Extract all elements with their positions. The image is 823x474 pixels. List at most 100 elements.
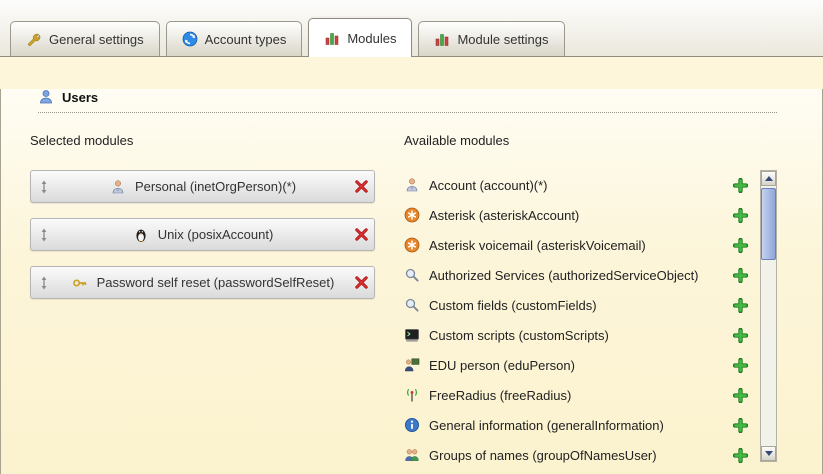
terminal-icon [404,327,420,343]
available-module-row: EDU person (eduPerson) [404,350,760,380]
selected-modules-column: Selected modules Personal (inetOrgPerson… [30,133,375,470]
available-module-label: Asterisk (asteriskAccount) [429,208,724,223]
users-section-header: Users [38,89,777,113]
available-modules-header: Available modules [404,133,777,148]
drag-handle-icon[interactable] [36,227,52,243]
available-module-label: Account (account)(*) [429,178,724,193]
available-module-label: General information (generalInformation) [429,418,724,433]
green-plus-icon [733,268,748,283]
green-plus-icon [733,358,748,373]
available-modules-list-wrap: Account (account)(*) Asterisk (asteriskA… [404,170,777,470]
selected-module-label: Password self reset (passwordSelfReset) [97,275,335,290]
magnifier-icon [404,297,420,313]
available-module-row: Authorized Services (authorizedServiceOb… [404,260,760,290]
red-x-icon [354,179,369,194]
selected-module-row[interactable]: Personal (inetOrgPerson)(*) [30,170,375,203]
add-module-button[interactable] [733,328,748,343]
tab-general-settings[interactable]: General settings [10,21,160,56]
available-module-row: FreeRadius (freeRadius) [404,380,760,410]
green-plus-icon [733,418,748,433]
down-arrow-icon [765,451,773,456]
refresh-icon [182,31,198,47]
remove-module-button[interactable] [354,179,369,194]
tab-label: General settings [49,32,144,47]
asterisk-icon [404,237,420,253]
modules-columns: Selected modules Personal (inetOrgPerson… [30,133,777,470]
green-plus-icon [733,238,748,253]
available-module-row: Account (account)(*) [404,170,760,200]
add-module-button[interactable] [733,238,748,253]
selected-module-label: Unix (posixAccount) [158,227,274,242]
add-module-button[interactable] [733,358,748,373]
info-icon [404,417,420,433]
green-plus-icon [733,328,748,343]
add-module-button[interactable] [733,298,748,313]
available-module-label: Custom fields (customFields) [429,298,724,313]
selected-modules-header: Selected modules [30,133,375,148]
available-module-label: Groups of names (groupOfNamesUser) [429,448,724,463]
scrollbar-thumb[interactable] [761,188,776,260]
tab-label: Account types [205,32,287,47]
add-module-button[interactable] [733,268,748,283]
key-icon [72,275,88,291]
selected-module-label: Personal (inetOrgPerson)(*) [135,179,296,194]
bar-chart-icon [434,31,450,47]
asterisk-icon [404,207,420,223]
green-plus-icon [733,178,748,193]
available-module-row: General information (generalInformation) [404,410,760,440]
add-module-button[interactable] [733,388,748,403]
available-module-row: Groups of names (groupOfNamesUser) [404,440,760,470]
person-icon [404,177,420,193]
red-x-icon [354,275,369,290]
scroll-down-button[interactable] [761,446,776,461]
penguin-icon [133,227,149,243]
green-plus-icon [733,208,748,223]
bar-chart-icon [324,30,340,46]
selected-module-content: Personal (inetOrgPerson)(*) [52,179,354,195]
green-plus-icon [733,298,748,313]
blue-person-icon [38,89,54,105]
add-module-button[interactable] [733,418,748,433]
selected-module-content: Unix (posixAccount) [52,227,354,243]
drag-handle-icon[interactable] [36,275,52,291]
remove-module-button[interactable] [354,227,369,242]
available-module-label: FreeRadius (freeRadius) [429,388,724,403]
drag-handle-icon[interactable] [36,179,52,195]
group-icon [404,447,420,463]
selected-module-row[interactable]: Unix (posixAccount) [30,218,375,251]
tab-bar: General settings Account types Modules M… [0,0,823,57]
add-module-button[interactable] [733,208,748,223]
add-module-button[interactable] [733,448,748,463]
available-modules-column: Available modules Account (account)(*) [404,133,777,470]
content-panel: Users Selected modules Personal (inetOrg… [0,89,823,474]
available-modules-list: Account (account)(*) Asterisk (asteriskA… [404,170,760,470]
scroll-up-button[interactable] [761,171,776,186]
available-module-label: Custom scripts (customScripts) [429,328,724,343]
tab-modules[interactable]: Modules [308,18,412,57]
available-module-label: EDU person (eduPerson) [429,358,724,373]
tab-account-types[interactable]: Account types [166,21,303,56]
up-arrow-icon [765,176,773,181]
tab-module-settings[interactable]: Module settings [418,21,564,56]
red-x-icon [354,227,369,242]
tab-label: Module settings [457,32,548,47]
radio-signal-icon [404,387,420,403]
lam-configuration-page: General settings Account types Modules M… [0,0,823,474]
available-module-row: Custom fields (customFields) [404,290,760,320]
selected-module-content: Password self reset (passwordSelfReset) [52,275,354,291]
scrollbar[interactable] [760,170,777,462]
available-module-label: Authorized Services (authorizedServiceOb… [429,268,724,283]
section-title: Users [62,90,98,105]
person-icon [110,179,126,195]
available-module-label: Asterisk voicemail (asteriskVoicemail) [429,238,724,253]
add-module-button[interactable] [733,178,748,193]
available-module-row: Asterisk voicemail (asteriskVoicemail) [404,230,760,260]
available-module-row: Asterisk (asteriskAccount) [404,200,760,230]
green-plus-icon [733,388,748,403]
selected-module-row[interactable]: Password self reset (passwordSelfReset) [30,266,375,299]
available-module-row: Custom scripts (customScripts) [404,320,760,350]
green-plus-icon [733,448,748,463]
remove-module-button[interactable] [354,275,369,290]
magnifier-icon [404,267,420,283]
teacher-icon [404,357,420,373]
